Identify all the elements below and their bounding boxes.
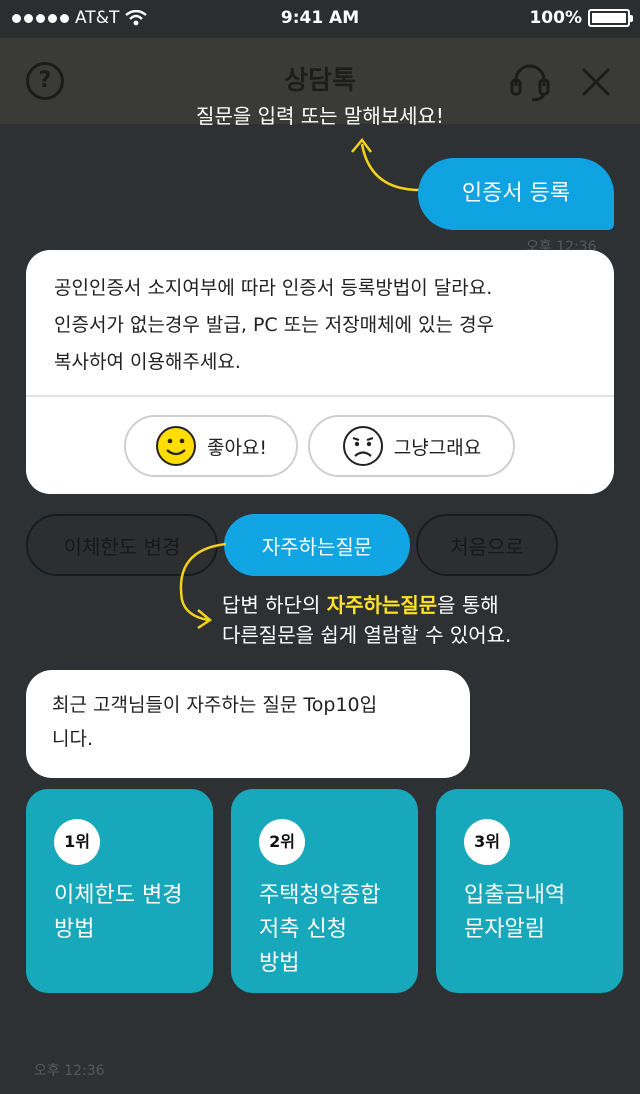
tile-label-line: 입출금내역 xyxy=(464,883,566,908)
top-question-tile-1[interactable]: 1위 이체한도 변경 방법 xyxy=(26,789,213,993)
bot-message-bubble: 최근 고객님들이 자주하는 질문 Top10입 니다. xyxy=(26,670,470,778)
tile-label-line: 주택청약종합 xyxy=(259,883,381,908)
rank-badge: 1위 xyxy=(54,819,100,865)
faq-hint-prefix: 답변 하단의 xyxy=(222,593,327,617)
meh-button[interactable]: 그냥그래요 xyxy=(308,415,515,477)
like-label: 좋아요! xyxy=(206,436,268,459)
faq-hint-suffix: 을 통해 xyxy=(437,593,499,617)
tile-label: 입출금내역 문자알림 xyxy=(464,879,614,947)
rank-badge: 2위 xyxy=(259,819,305,865)
tile-label: 주택청약종합 저축 신청 방법 xyxy=(259,879,409,981)
top-question-tile-3[interactable]: 3위 입출금내역 문자알림 xyxy=(436,789,623,993)
like-button[interactable]: 좋아요! xyxy=(124,415,298,477)
card-divider xyxy=(26,395,614,397)
meh-label: 그냥그래요 xyxy=(393,436,482,459)
faq-hint-line1: 답변 하단의 자주하는질문을 통해 xyxy=(222,590,511,620)
bot-message-line: 최근 고객님들이 자주하는 질문 Top10입 xyxy=(52,694,378,716)
battery-label: 100% xyxy=(529,8,582,28)
faq-hint-highlight: 자주하는질문 xyxy=(326,593,438,617)
status-bar: AT&T 9:41 AM 100% xyxy=(0,0,640,38)
battery-icon xyxy=(588,9,633,27)
chip-home[interactable]: 처음으로 xyxy=(416,514,558,576)
bottom-time: 오후 12:36 xyxy=(34,1063,105,1079)
bot-message-line: 니다. xyxy=(52,728,93,750)
headset-icon[interactable] xyxy=(508,60,552,104)
answer-line: 공인인증서 소지여부에 따라 인증서 등록방법이 달라요. xyxy=(54,277,493,299)
faq-hint-line2: 다른질문을 쉽게 열람할 수 있어요. xyxy=(222,623,512,647)
tile-label: 이체한도 변경 방법 xyxy=(54,879,204,947)
status-right: 100% xyxy=(529,8,633,28)
tile-label-line: 문자알림 xyxy=(464,917,545,942)
answer-line: 인증서가 없는경우 발급, PC 또는 저장매체에 있는 경우 xyxy=(54,314,495,336)
user-message-bubble: 인증서 등록 xyxy=(418,158,614,230)
close-icon[interactable] xyxy=(574,60,618,104)
answer-line: 복사하여 이용해주세요. xyxy=(54,351,241,373)
answer-card: 공인인증서 소지여부에 따라 인증서 등록방법이 달라요. 인증서가 없는경우 … xyxy=(26,250,614,494)
chip-faq[interactable]: 자주하는질문 xyxy=(224,514,410,576)
input-hint: 질문을 입력 또는 말해보세요! xyxy=(196,104,444,128)
faq-hint: 답변 하단의 자주하는질문을 통해 다른질문을 쉽게 열람할 수 있어요. xyxy=(222,590,511,650)
top-question-tile-2[interactable]: 2위 주택청약종합 저축 신청 방법 xyxy=(231,789,418,993)
tile-label-line: 방법 xyxy=(259,951,300,976)
rank-badge: 3위 xyxy=(464,819,510,865)
answer-text: 공인인증서 소지여부에 따라 인증서 등록방법이 달라요. 인증서가 없는경우 … xyxy=(54,270,594,381)
hint-arrow-icon xyxy=(351,137,421,192)
frown-icon xyxy=(342,426,383,466)
tile-label-line: 저축 신청 xyxy=(259,917,347,942)
tile-label-line: 이체한도 변경 xyxy=(54,883,183,908)
tile-label-line: 방법 xyxy=(54,917,95,942)
smile-icon xyxy=(155,426,196,466)
